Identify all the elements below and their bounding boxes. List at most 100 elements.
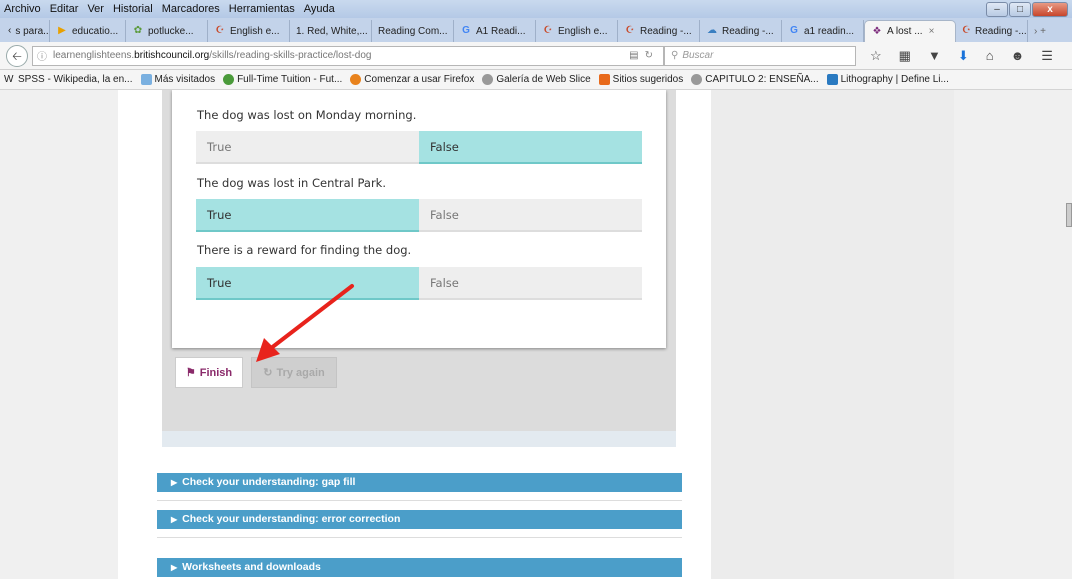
tab-4[interactable]: 1. Red, White,... [290,20,372,42]
search-input[interactable]: ⚲ Buscar [664,45,856,66]
home-icon[interactable]: ⌂ [986,48,994,64]
new-tab-button[interactable]: › + [1028,20,1066,42]
tab-bar: ‹ s para... ▶ educatio... ✿ potlucke... ☪ En… [0,18,1072,42]
tab-label: educatio... [72,25,119,37]
tab-label: potlucke... [148,25,194,37]
menu-historial[interactable]: Historial [113,3,153,15]
accordion-gap-fill[interactable]: ▶ Check your understanding: gap fill [157,473,682,492]
bookmark-label: Galería de Web Slice [496,74,591,85]
bookmark-label: Full-Time Tuition - Fut... [237,74,343,85]
option-false[interactable]: False [419,267,642,300]
bookmark-label: Más visitados [154,74,216,85]
accordion-error-correction[interactable]: ▶ Check your understanding: error correct… [157,510,682,529]
accordion-worksheets[interactable]: ▶ Worksheets and downloads [157,558,682,577]
navigation-bar: 🡠 ⓘ learnenglishteens. britishcouncil.org… [0,42,1072,70]
kanji-icon: ☪ [543,25,553,36]
finish-label: Finish [199,366,233,379]
sitios-icon [598,74,610,85]
tab-label: Reading -... [640,25,692,37]
tab-8[interactable]: ☪ Reading -... [618,20,700,42]
caret-right-icon: ▶ [171,563,178,572]
tab-10[interactable]: Ga1 readin... [782,20,864,42]
tab-label: A lost ... [887,26,923,37]
caret-right-icon: ▶ [171,515,178,524]
menu-ver[interactable]: Ver [87,3,104,15]
bookmark-web-slice[interactable]: Galería de Web Slice [482,74,591,85]
search-placeholder: Buscar [682,50,714,61]
tab-label: a1 readin... [804,25,855,37]
option-false[interactable]: False [419,131,642,164]
menu-ayuda[interactable]: Ayuda [304,3,335,15]
globe-icon [691,74,703,85]
reload-icon[interactable]: ↻ [645,50,653,61]
url-bar[interactable]: ⓘ learnenglishteens. britishcouncil.org/s… [32,45,664,66]
menu-herramientas[interactable]: Herramientas [229,3,295,15]
tab-0[interactable]: ‹ s para... [2,20,50,42]
maximize-button[interactable]: □ [1009,2,1031,17]
close-tab-icon[interactable]: × [929,26,935,37]
menu-icon[interactable]: ☰ [1041,48,1053,64]
bookmark-tuition[interactable]: Full-Time Tuition - Fut... [223,74,342,85]
option-false[interactable]: False [419,199,642,232]
finish-button[interactable]: ⚑ Finish [175,357,243,388]
caret-right-icon: ▶ [171,478,178,487]
firefox-icon [350,74,362,85]
bookmark-firefox[interactable]: Comenzar a usar Firefox [350,74,474,85]
toolbar-icons: ☆ ▦ ▼ ⬇ ⌂ ☻ ☰ [870,48,1053,64]
info-icon[interactable]: ⓘ [37,48,47,63]
bookmark-mas-visitados[interactable]: Más visitados [140,74,216,85]
arrow-left-icon: 🡠 [12,48,22,63]
potlucke-icon: ✿ [133,25,143,36]
tab-label: A1 Readi... [476,25,526,37]
kanji-icon: ☪ [625,25,635,36]
tab-label: English e... [230,25,280,37]
tab-label: 1. Red, White,... [296,25,368,37]
accordion-label: Worksheets and downloads [182,561,321,573]
minimize-button[interactable]: – [986,2,1008,17]
library-icon[interactable]: ▦ [899,48,911,64]
back-button[interactable]: 🡠 [6,44,28,67]
tab-active[interactable]: ❖ A lost ... × [864,20,956,42]
bookmark-spss[interactable]: W SPSS - Wikipedia, la en... [4,74,133,85]
reader-view-icon[interactable]: ▤ [629,50,638,61]
bookmark-sitios[interactable]: Sitios sugeridos [598,74,683,85]
url-prefix: learnenglishteens. [53,50,135,61]
download-icon[interactable]: ⬇ [958,48,969,64]
tab-5[interactable]: Reading Com... [372,20,454,42]
tab-label: Reading -... [722,25,774,37]
tab-1[interactable]: ▶ educatio... [50,20,126,42]
close-window-button[interactable]: x [1032,2,1068,17]
google-icon: G [462,25,470,36]
tab-7[interactable]: ☪ English e... [536,20,618,42]
chat-icon[interactable]: ☻ [1011,48,1025,64]
tab-12[interactable]: ☪ Reading -... [956,20,1028,42]
lithography-icon [826,74,838,85]
flag-icon: ⚑ [185,367,196,379]
option-true[interactable]: True [196,131,419,164]
reading-icon: ☁ [707,25,717,36]
tab-6[interactable]: G A1 Readi... [454,20,536,42]
accordion-label: Check your understanding: gap fill [182,476,356,488]
menu-marcadores[interactable]: Marcadores [162,3,220,15]
tab-label: English e... [558,25,608,37]
kanji-icon: ☪ [962,25,971,36]
quiz-card: The dog was lost on Monday morning. True… [172,90,666,348]
option-true[interactable]: True [196,199,419,232]
star-icon[interactable]: ☆ [870,48,882,64]
menu-editar[interactable]: Editar [50,3,79,15]
tab-3[interactable]: ☪ English e... [208,20,290,42]
pocket-icon[interactable]: ▼ [928,48,941,64]
bookmark-label: Comenzar a usar Firefox [364,74,475,85]
answer-options: True False [196,199,642,232]
divider [157,537,682,538]
bookmark-capitulo[interactable]: CAPITULO 2: ENSEÑA... [691,74,819,85]
divider [157,500,682,501]
bookmark-lithography[interactable]: Lithography | Define Li... [826,74,949,85]
scroll-indicator[interactable] [1066,203,1072,227]
url-domain: britishcouncil.org [134,50,210,61]
bc-icon: ❖ [872,25,882,37]
tab-9[interactable]: ☁ Reading -... [700,20,782,42]
menu-archivo[interactable]: Archivo [4,3,41,15]
tab-label: s para... [15,25,50,37]
tab-2[interactable]: ✿ potlucke... [126,20,208,42]
